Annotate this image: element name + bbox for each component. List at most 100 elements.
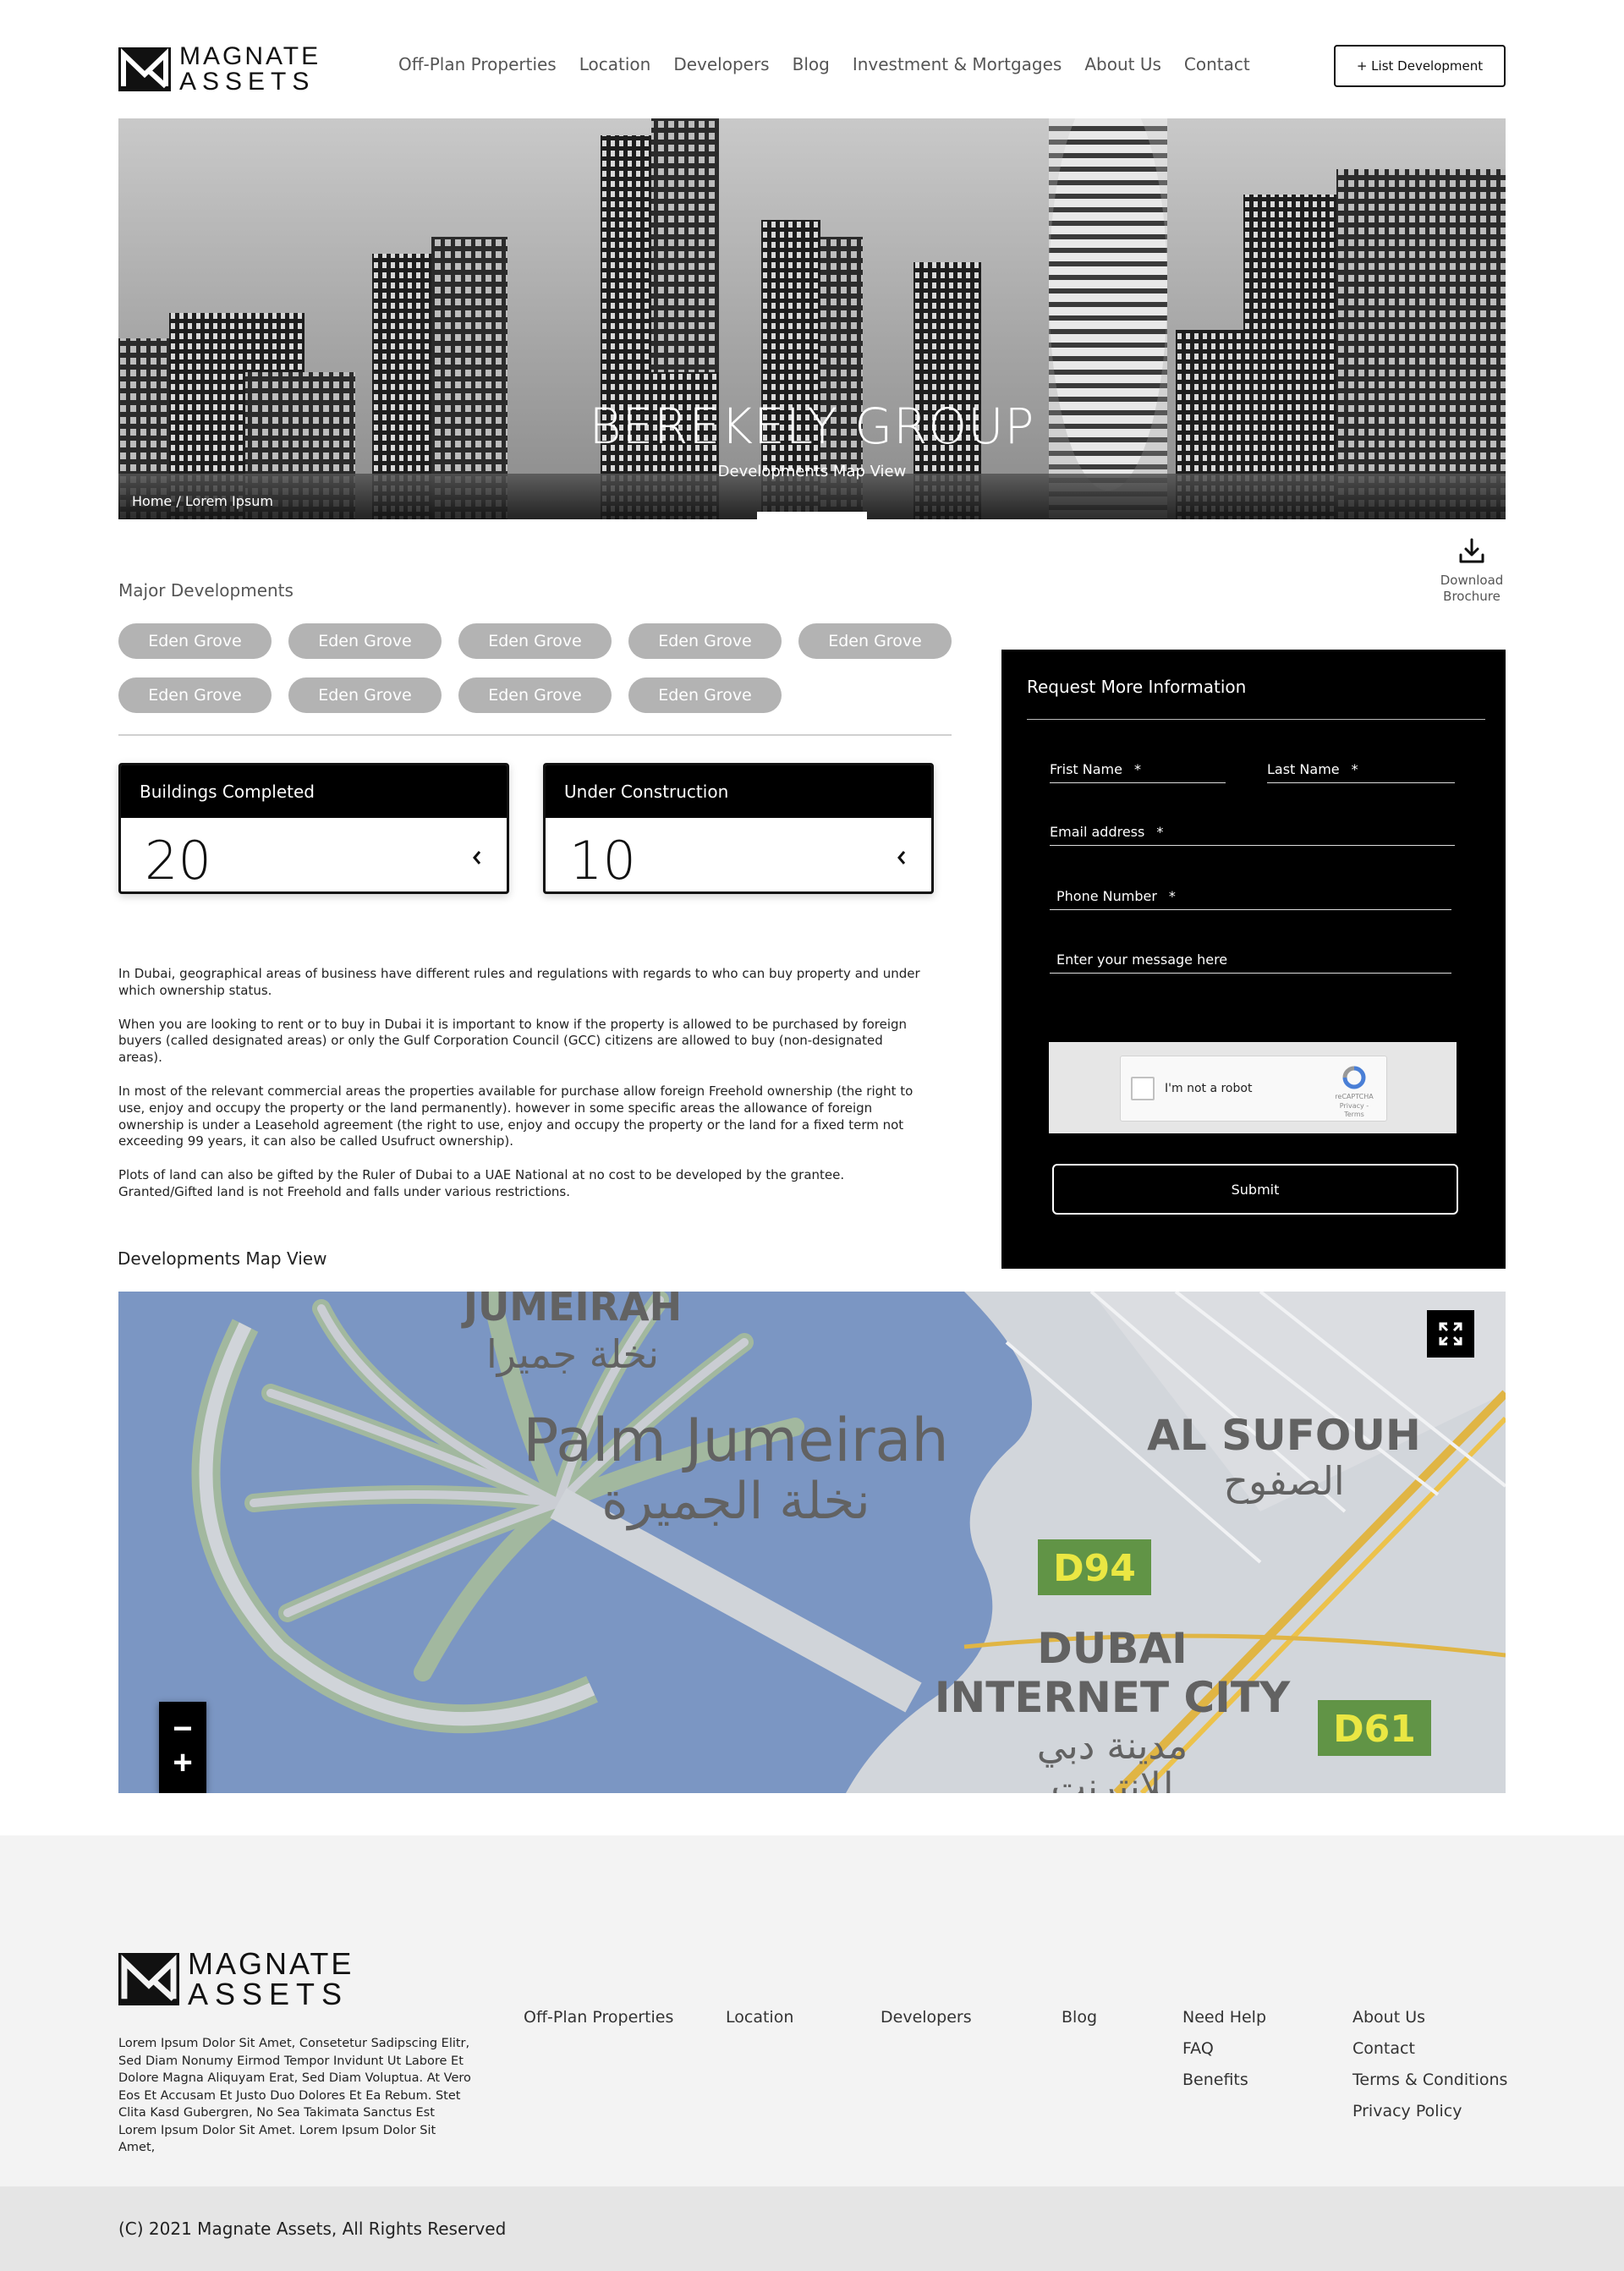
stat-label: Under Construction [546,765,931,818]
download-brochure-button[interactable]: Download Brochure [1434,537,1510,605]
fullscreen-button[interactable] [1427,1310,1474,1358]
development-pill[interactable]: Eden Grove [458,677,612,713]
download-label-line1: Download [1440,573,1504,588]
footer-link[interactable]: Contact [1352,2039,1507,2058]
request-info-form: Request More Information Frist Name * Las… [1001,650,1506,1269]
recaptcha-box: I'm not a robot reCAPTCHA Privacy - Term… [1120,1056,1387,1122]
stat-value: 20 [145,830,211,891]
development-pill[interactable]: Eden Grove [628,623,782,659]
logo-mark-icon [118,47,171,91]
logo-line2: ASSETS [188,1977,349,2011]
site-footer: MAGNATE ASSETS Lorem Ipsum Dolor Sit Ame… [0,1835,1624,2186]
last-name-label: Last Name [1267,761,1340,777]
hero-subtitle: Developments Map View [717,463,907,480]
chevron-left-icon[interactable] [896,848,908,867]
recaptcha-checkbox[interactable] [1131,1077,1155,1100]
footer-col-location: Location [726,2008,793,2039]
stat-card-completed[interactable]: Buildings Completed 20 [118,763,509,894]
zoom-controls: − + [159,1702,206,1793]
nav-investment[interactable]: Investment & Mortgages [853,54,1062,74]
recaptcha-widget: I'm not a robot reCAPTCHA Privacy - Term… [1049,1042,1457,1133]
footer-link[interactable]: FAQ [1182,2039,1266,2058]
skyline-image [118,118,1506,519]
paragraph: When you are looking to rent or to buy i… [118,1016,908,1066]
phone-label: Phone Number [1056,888,1157,904]
footer-link[interactable]: Off-Plan Properties [524,2008,673,2027]
footer-col-company: About Us Contact Terms & Conditions Priv… [1352,2008,1507,2133]
stat-card-under-construction[interactable]: Under Construction 10 [543,763,934,894]
paragraph: In Dubai, geographical areas of business… [118,966,920,998]
nav-location[interactable]: Location [579,54,651,74]
footer-col-developers: Developers [881,2008,972,2039]
nav-blog[interactable]: Blog [793,54,830,74]
nav-developers[interactable]: Developers [673,54,769,74]
footer-link[interactable]: Privacy Policy [1352,2102,1507,2120]
footer-link[interactable]: Need Help [1182,2008,1266,2027]
logo-wordmark: MAGNATE ASSETS [188,1949,354,2010]
stat-label: Buildings Completed [121,765,507,818]
footer-col-blog: Blog [1062,2008,1097,2039]
footer-link[interactable]: About Us [1352,2008,1507,2027]
required-mark: * [1133,761,1141,777]
email-label: Email address [1050,824,1145,840]
site-header: MAGNATE ASSETS Off-Plan Properties Locat… [0,0,1624,118]
footer-link[interactable]: Benefits [1182,2071,1266,2089]
map-canvas: JUMEIRAH نخلة جميرا Palm Jumeirah نخلة ا… [118,1292,1506,1793]
form-divider [1027,719,1485,720]
brand-logo[interactable]: MAGNATE ASSETS [118,44,321,95]
download-label-line2: Brochure [1443,588,1501,604]
phone-field[interactable]: Phone Number * [1050,888,1451,910]
development-pill[interactable]: Eden Grove [118,677,272,713]
ownership-info-text: In Dubai, geographical areas of business… [118,966,930,1218]
development-pill-list: Eden Grove Eden Grove Eden Grove Eden Gr… [118,623,956,713]
message-placeholder: Enter your message here [1056,952,1228,968]
chevron-left-icon[interactable] [471,848,483,867]
breadcrumb[interactable]: Home / Lorem Ipsum [132,493,273,509]
required-mark: * [1168,888,1176,904]
development-pill[interactable]: Eden Grove [288,623,442,659]
major-developments-heading: Major Developments [118,580,294,601]
hero-title: BEREKELY GROUP [589,398,1035,455]
last-name-field[interactable]: Last Name * [1267,761,1455,783]
footer-link[interactable]: Terms & Conditions [1352,2071,1507,2089]
zoom-in-button[interactable]: + [159,1746,206,1780]
message-field[interactable]: Enter your message here [1050,952,1451,974]
developments-map[interactable]: JUMEIRAH نخلة جميرا Palm Jumeirah نخلة ا… [118,1292,1506,1793]
nav-about[interactable]: About Us [1084,54,1161,74]
paragraph: Plots of land can also be gifted by the … [118,1167,845,1199]
development-pill[interactable]: Eden Grove [118,623,272,659]
footer-link[interactable]: Location [726,2008,793,2027]
recaptcha-label: I'm not a robot [1165,1082,1253,1095]
email-field[interactable]: Email address * [1050,824,1455,846]
footer-logo[interactable]: MAGNATE ASSETS [118,1949,354,2010]
logo-wordmark: MAGNATE ASSETS [179,44,321,95]
recaptcha-links[interactable]: Privacy - Terms [1332,1102,1376,1120]
footer-link[interactable]: Developers [881,2008,972,2027]
logo-mark-icon [118,1953,179,2005]
copyright-bar: (C) 2021 Magnate Assets, All Rights Rese… [0,2186,1624,2271]
first-name-field[interactable]: Frist Name * [1050,761,1226,783]
development-pill[interactable]: Eden Grove [458,623,612,659]
development-pill[interactable]: Eden Grove [798,623,952,659]
development-pill[interactable]: Eden Grove [288,677,442,713]
logo-line1: MAGNATE [188,1946,354,1981]
footer-col-help: Need Help FAQ Benefits [1182,2008,1266,2102]
nav-contact[interactable]: Contact [1184,54,1250,74]
zoom-out-button[interactable]: − [159,1712,206,1746]
development-pill[interactable]: Eden Grove [628,677,782,713]
nav-off-plan[interactable]: Off-Plan Properties [398,54,557,74]
list-development-button[interactable]: + List Development [1334,45,1506,87]
first-name-label: Frist Name [1050,761,1122,777]
stat-value: 10 [569,830,636,891]
recaptcha-icon [1342,1066,1366,1089]
submit-button[interactable]: Submit [1052,1164,1458,1215]
logo-line1: MAGNATE [179,42,321,70]
footer-link[interactable]: Blog [1062,2008,1097,2027]
section-divider [118,734,952,736]
required-mark: * [1156,824,1164,840]
main-nav: Off-Plan Properties Location Developers … [398,54,1273,74]
recaptcha-logo: reCAPTCHA Privacy - Terms [1332,1065,1376,1120]
hero-active-tab-indicator [757,512,867,519]
hero-banner: BEREKELY GROUP Developments Map View Hom… [118,118,1506,519]
footer-col-properties: Off-Plan Properties [524,2008,673,2039]
